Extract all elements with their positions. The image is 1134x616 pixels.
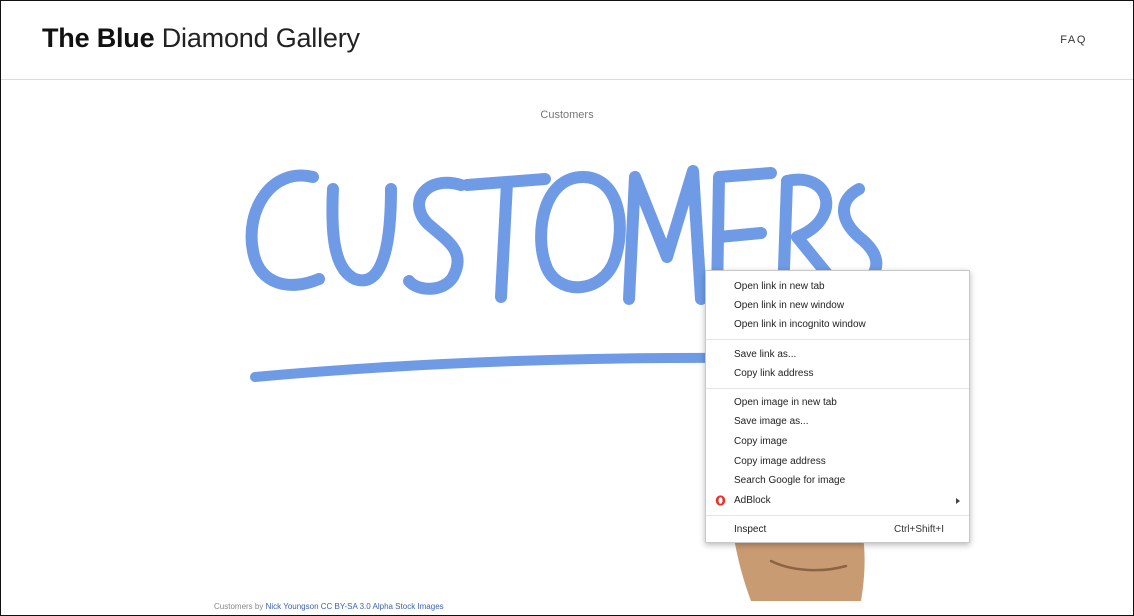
menu-item-label: Copy link address — [734, 368, 814, 379]
menu-item-label: Open link in new tab — [734, 281, 825, 292]
image-attribution: Customers by Nick Youngson CC BY-SA 3.0 … — [214, 602, 444, 611]
site-title-link[interactable]: The Blue Diamond Gallery — [42, 23, 360, 54]
menu-item-save-image-as[interactable]: Save image as... — [706, 412, 969, 431]
menu-item-label: Save image as... — [734, 416, 809, 427]
menu-item-label: AdBlock — [734, 495, 771, 506]
attribution-prefix: Customers by — [214, 602, 264, 611]
menu-item-label: Copy image address — [734, 456, 826, 467]
menu-separator — [706, 515, 969, 516]
site-title-bold: The Blue — [42, 23, 155, 53]
menu-item-search-google-image[interactable]: Search Google for image — [706, 471, 969, 490]
menu-separator — [706, 339, 969, 340]
menu-item-copy-image-address[interactable]: Copy image address — [706, 452, 969, 471]
submenu-arrow-icon — [956, 498, 960, 504]
menu-item-save-link-as[interactable]: Save link as... — [706, 345, 969, 364]
faq-link[interactable]: FAQ — [1060, 34, 1087, 46]
menu-item-adblock[interactable]: AdBlock — [706, 491, 969, 510]
menu-item-open-image-new-tab[interactable]: Open image in new tab — [706, 393, 969, 412]
menu-item-open-link-incognito[interactable]: Open link in incognito window — [706, 315, 969, 334]
menu-item-label: Inspect — [734, 524, 767, 535]
adblock-icon — [715, 495, 726, 506]
browser-page: The Blue Diamond Gallery FAQ Customers C… — [0, 0, 1134, 616]
menu-separator — [706, 388, 969, 389]
menu-item-shortcut: Ctrl+Shift+I — [893, 524, 944, 535]
menu-item-label: Search Google for image — [734, 475, 846, 486]
site-title-rest: Diamond Gallery — [161, 23, 360, 53]
menu-item-inspect[interactable]: Inspect Ctrl+Shift+I — [706, 520, 969, 539]
source-link[interactable]: Alpha Stock Images — [373, 602, 444, 611]
menu-item-open-link-new-window[interactable]: Open link in new window — [706, 296, 969, 315]
menu-item-label: Save link as... — [734, 349, 797, 360]
license-link[interactable]: CC BY-SA 3.0 — [321, 602, 371, 611]
image-caption: Customers — [540, 109, 594, 121]
menu-item-label: Open image in new tab — [734, 397, 837, 408]
menu-item-label: Copy image — [734, 436, 788, 447]
site-header: The Blue Diamond Gallery FAQ — [1, 1, 1133, 80]
menu-item-copy-link-address[interactable]: Copy link address — [706, 364, 969, 383]
menu-item-copy-image[interactable]: Copy image — [706, 432, 969, 451]
menu-item-label: Open link in incognito window — [734, 319, 866, 330]
menu-item-open-link-new-tab[interactable]: Open link in new tab — [706, 277, 969, 296]
author-link[interactable]: Nick Youngson — [266, 602, 319, 611]
context-menu: Open link in new tab Open link in new wi… — [705, 270, 970, 543]
menu-item-label: Open link in new window — [734, 300, 845, 311]
